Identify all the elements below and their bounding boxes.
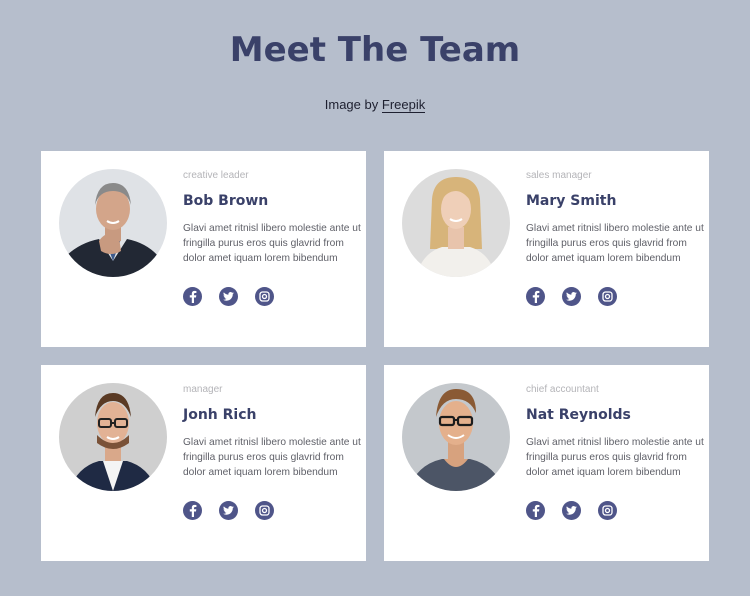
twitter-icon[interactable]: [219, 501, 238, 520]
member-description: Glavi amet ritnisl libero molestie ante …: [526, 437, 704, 478]
member-name: Nat Reynolds: [526, 407, 631, 423]
instagram-icon[interactable]: [255, 501, 274, 520]
team-card: sales manager Mary Smith Glavi amet ritn…: [384, 151, 709, 347]
member-description: Glavi amet ritnisl libero molestie ante …: [526, 223, 704, 264]
social-links: [183, 287, 274, 306]
instagram-icon[interactable]: [598, 501, 617, 520]
member-role: manager: [183, 384, 223, 395]
facebook-icon[interactable]: [526, 287, 545, 306]
avatar-photo: [402, 383, 510, 491]
instagram-icon[interactable]: [255, 287, 274, 306]
member-role: creative leader: [183, 170, 249, 181]
twitter-icon[interactable]: [562, 287, 581, 306]
member-name: Mary Smith: [526, 193, 617, 209]
facebook-icon[interactable]: [183, 287, 202, 306]
avatar-photo: [402, 169, 510, 277]
team-card: creative leader Bob Brown Glavi amet rit…: [41, 151, 366, 347]
avatar-photo: [59, 383, 167, 491]
credit-prefix: Image by: [324, 97, 379, 112]
page-title: Meet The Team: [229, 30, 521, 70]
instagram-icon[interactable]: [598, 287, 617, 306]
social-links: [526, 287, 617, 306]
facebook-icon[interactable]: [183, 501, 202, 520]
twitter-icon[interactable]: [219, 287, 238, 306]
member-role: chief accountant: [526, 384, 599, 395]
facebook-icon[interactable]: [526, 501, 545, 520]
freepik-link[interactable]: Freepik: [381, 97, 426, 113]
team-card: manager Jonh Rich Glavi amet ritnisl lib…: [41, 365, 366, 561]
avatar-photo: [59, 169, 167, 277]
team-card: chief accountant Nat Reynolds Glavi amet…: [384, 365, 709, 561]
twitter-icon[interactable]: [562, 501, 581, 520]
member-description: Glavi amet ritnisl libero molestie ante …: [183, 223, 361, 264]
member-name: Jonh Rich: [183, 407, 257, 423]
social-links: [526, 501, 617, 520]
member-description: Glavi amet ritnisl libero molestie ante …: [183, 437, 361, 478]
member-name: Bob Brown: [183, 193, 269, 209]
social-links: [183, 501, 274, 520]
member-role: sales manager: [526, 170, 592, 181]
image-credit: Image by Freepik: [0, 97, 750, 113]
